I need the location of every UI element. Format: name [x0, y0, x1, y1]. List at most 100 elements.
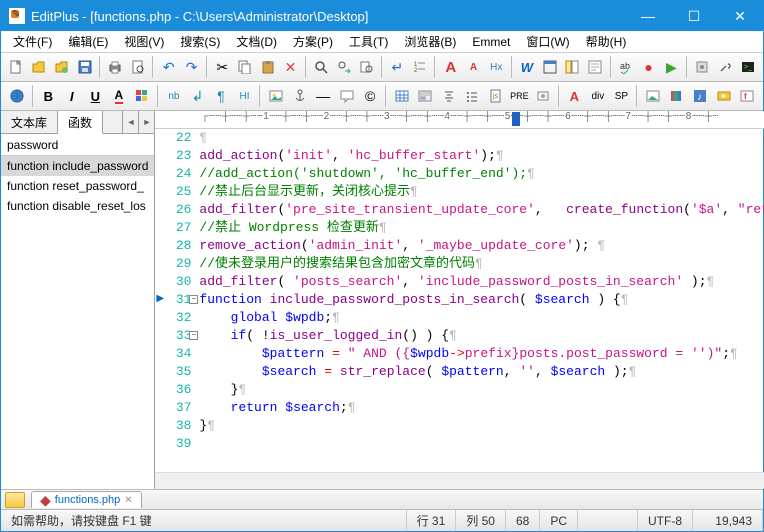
div-button[interactable]: div [587, 85, 609, 107]
menu-emmet[interactable]: Emmet [464, 33, 518, 51]
docmap-icon[interactable] [585, 56, 606, 78]
span-button[interactable]: SP [611, 85, 633, 107]
code-line[interactable]: −function include_password_posts_in_sear… [199, 291, 764, 309]
script-icon[interactable]: js [485, 85, 507, 107]
music-icon[interactable]: ♪ [689, 85, 711, 107]
code-line[interactable]: $search = str_replace( $pattern, '', $se… [199, 363, 764, 381]
image2-icon[interactable] [642, 85, 664, 107]
list-icon[interactable] [462, 85, 484, 107]
center-icon[interactable] [438, 85, 460, 107]
replace-icon[interactable] [334, 56, 355, 78]
close-button[interactable]: ✕ [717, 1, 763, 31]
menu-window[interactable]: 窗口(W) [518, 31, 577, 52]
menu-document[interactable]: 文档(D) [228, 31, 285, 52]
close-tab-icon[interactable]: ✕ [124, 495, 132, 506]
play-icon[interactable]: ▶ [661, 56, 682, 78]
save-icon[interactable] [74, 56, 95, 78]
print-preview-icon[interactable] [128, 56, 149, 78]
sidebar-tab-next[interactable]: ► [138, 111, 154, 133]
code-line[interactable]: global $wpdb;¶ [199, 309, 764, 327]
code-line[interactable]: $pattern = " AND ({$wpdb->prefix}posts.p… [199, 345, 764, 363]
code-line[interactable]: add_action('init', 'hc_buffer_start');¶ [199, 147, 764, 165]
code-line[interactable]: add_filter('pre_site_transient_update_co… [199, 201, 764, 219]
para-icon[interactable]: ¶ [210, 85, 232, 107]
open-remote-icon[interactable] [52, 56, 73, 78]
code-line[interactable]: //使未登录用户的搜索结果包含加密文章的代码¶ [199, 255, 764, 273]
code-line[interactable]: //禁止 Wordpress 检查更新¶ [199, 219, 764, 237]
browser-w-icon[interactable]: W [517, 56, 538, 78]
menu-file[interactable]: 文件(F) [5, 31, 60, 52]
wordwrap-icon[interactable]: ↵ [387, 56, 408, 78]
maximize-button[interactable]: ☐ [671, 1, 717, 31]
terminal-icon[interactable]: >_ [737, 56, 758, 78]
palette-icon[interactable] [132, 85, 154, 107]
bold-button[interactable]: B [38, 85, 60, 107]
fontcolor-a-icon[interactable]: A [564, 85, 586, 107]
settings-icon[interactable] [692, 56, 713, 78]
code-line[interactable]: add_filter( 'posts_search', 'include_pas… [199, 273, 764, 291]
font-decrease-icon[interactable]: A [463, 56, 484, 78]
hex-icon[interactable]: Hx [486, 56, 507, 78]
globe-icon[interactable] [6, 85, 28, 107]
function-list-item[interactable]: function reset_password_ [1, 176, 154, 196]
italic-button[interactable]: I [61, 85, 83, 107]
cut-icon[interactable]: ✂ [212, 56, 233, 78]
fullscreen-icon[interactable] [539, 56, 560, 78]
anchor-icon[interactable] [289, 85, 311, 107]
find-icon[interactable] [311, 56, 332, 78]
code-line[interactable]: return $search;¶ [199, 399, 764, 417]
code-line[interactable]: //禁止后台显示更新，关闭核心提示¶ [199, 183, 764, 201]
sidebar-tab-library[interactable]: 文本库 [1, 111, 58, 133]
file-tab[interactable]: ◆ functions.php ✕ [31, 491, 142, 508]
open-file-icon[interactable] [29, 56, 50, 78]
spell-icon[interactable]: ab [616, 56, 637, 78]
form-icon[interactable] [414, 85, 436, 107]
underline-button[interactable]: U [85, 85, 107, 107]
br-icon[interactable]: ↲ [187, 85, 209, 107]
menu-browser[interactable]: 浏览器(B) [396, 31, 464, 52]
font-color-icon[interactable]: A [108, 85, 130, 107]
function-search-input[interactable] [1, 134, 154, 156]
video-icon[interactable] [713, 85, 735, 107]
function-list-item[interactable]: function include_password [1, 156, 154, 176]
sidebar-tab-prev[interactable]: ◄ [122, 111, 138, 133]
menu-search[interactable]: 搜索(S) [172, 31, 228, 52]
font-increase-icon[interactable]: A [440, 56, 461, 78]
code-line[interactable]: }¶ [199, 381, 764, 399]
hr-icon[interactable]: — [312, 85, 334, 107]
pre-button[interactable]: PRE [509, 85, 531, 107]
redo-icon[interactable]: ↷ [181, 56, 202, 78]
nbsp-button[interactable]: nb [163, 85, 185, 107]
tools-icon[interactable] [714, 56, 735, 78]
flash-icon[interactable]: f [736, 85, 758, 107]
colorpicker-icon[interactable] [666, 85, 688, 107]
minimize-button[interactable]: — [625, 1, 671, 31]
menu-help[interactable]: 帮助(H) [578, 31, 635, 52]
code-line[interactable]: }¶ [199, 417, 764, 435]
new-file-icon[interactable] [6, 56, 27, 78]
object-icon[interactable] [532, 85, 554, 107]
delete-icon[interactable]: ✕ [280, 56, 301, 78]
comment-icon[interactable] [336, 85, 358, 107]
print-icon[interactable] [105, 56, 126, 78]
table-icon[interactable] [391, 85, 413, 107]
menu-view[interactable]: 视图(V) [116, 31, 172, 52]
code-line[interactable]: ¶ [199, 129, 764, 147]
special-char-icon[interactable]: © [359, 85, 381, 107]
image-icon[interactable] [265, 85, 287, 107]
record-icon[interactable]: ● [638, 56, 659, 78]
code-line[interactable]: − if( !is_user_logged_in() ) {¶ [199, 327, 764, 345]
code-line[interactable]: //add_action('shutdown', 'hc_buffer_end'… [199, 165, 764, 183]
linenum-icon[interactable]: 12 [410, 56, 431, 78]
sidebar-tab-functions[interactable]: 函数 [58, 111, 103, 134]
copy-icon[interactable] [235, 56, 256, 78]
code-line[interactable]: remove_action('admin_init', '_maybe_upda… [199, 237, 764, 255]
heading-button[interactable]: HI [234, 85, 256, 107]
directory-button[interactable] [5, 492, 25, 508]
undo-icon[interactable]: ↶ [158, 56, 179, 78]
menu-project[interactable]: 方案(P) [285, 31, 341, 52]
function-list-item[interactable]: function disable_reset_los [1, 196, 154, 216]
columns-icon[interactable] [562, 56, 583, 78]
code-area[interactable]: ▶ 222324252627282930313233343536373839 ¶… [155, 129, 764, 472]
menu-edit[interactable]: 编辑(E) [60, 31, 116, 52]
